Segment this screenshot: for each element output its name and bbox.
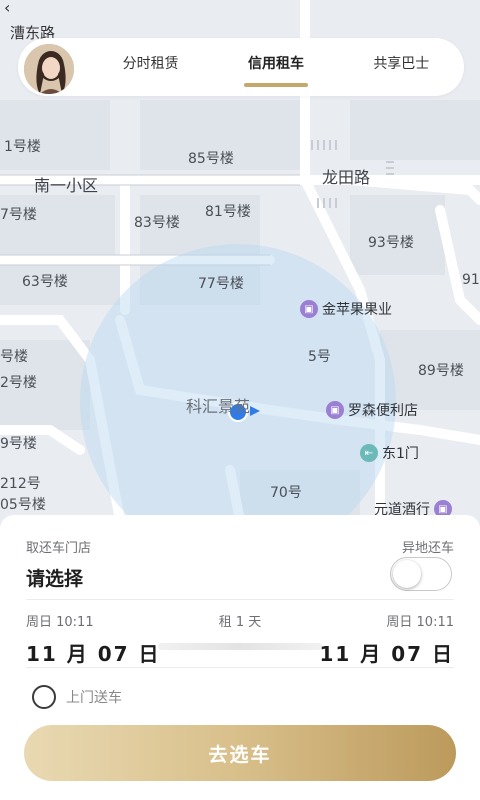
- rent-duration: 租 1 天: [218, 615, 262, 630]
- pickup-date-value: 11 月 07 日: [26, 642, 161, 666]
- poi-label: 罗森便利店: [348, 403, 418, 419]
- shop-icon: ▣: [300, 300, 318, 318]
- map-label: 89号楼: [418, 363, 464, 379]
- map-label: 77号楼: [198, 276, 244, 292]
- deliver-option[interactable]: 上门送车: [32, 685, 122, 709]
- shop-icon: ▣: [326, 401, 344, 419]
- yidi-toggle[interactable]: [390, 557, 452, 591]
- map-label: 93号楼: [368, 235, 414, 251]
- map-label: 91: [462, 272, 480, 288]
- map-label: 南一小区: [34, 176, 99, 195]
- map-label: 85号楼: [188, 151, 234, 167]
- tab-fenshi[interactable]: 分时租赁: [88, 47, 213, 87]
- map-label: 9号楼: [0, 436, 37, 452]
- pickup-weekday-time: 周日 10:11: [26, 615, 94, 630]
- back-arrow-icon[interactable]: ‹: [4, 0, 10, 17]
- map-label: 2号楼: [0, 375, 37, 391]
- poi-dongmen[interactable]: ⇤ 东1门: [360, 443, 419, 463]
- gate-icon: ⇤: [360, 444, 378, 462]
- return-weekday-time: 周日 10:11: [386, 615, 454, 630]
- store-select[interactable]: 取还车门店 请选择: [26, 537, 91, 591]
- map-label: 5号: [308, 349, 331, 365]
- tabs: 分时租赁 信用租车 共享巴士: [88, 47, 464, 87]
- select-car-button[interactable]: 去选车: [24, 725, 456, 781]
- service-tab-bar: 分时租赁 信用租车 共享巴士: [18, 38, 464, 96]
- poi-luosen[interactable]: ▣ 罗森便利店: [326, 400, 418, 420]
- return-date-value: 11 月 07 日: [319, 642, 454, 666]
- return-date[interactable]: 周日 10:11 11 月 07 日: [319, 611, 454, 667]
- map-label: 63号楼: [22, 274, 68, 290]
- radio-button[interactable]: [32, 685, 56, 709]
- yidi-label: 异地还车: [401, 541, 454, 556]
- map-label: 83号楼: [134, 215, 180, 231]
- toggle-knob: [393, 560, 421, 588]
- user-avatar[interactable]: [22, 42, 76, 96]
- map-label: 龙田路: [322, 168, 371, 187]
- store-value[interactable]: 请选择: [26, 564, 91, 591]
- poi-jinpingguo[interactable]: ▣ 金苹果果业: [300, 299, 392, 319]
- map-label: 1号楼: [4, 139, 41, 155]
- map-label-kehui: 科汇景苑: [186, 397, 251, 416]
- tab-xinyong[interactable]: 信用租车: [213, 47, 338, 87]
- yidi-section: 异地还车: [402, 537, 454, 556]
- poi-label: 东1门: [382, 446, 419, 462]
- tab-gongxiang[interactable]: 共享巴士: [339, 47, 464, 87]
- map-label: 号楼: [0, 349, 28, 365]
- map-label: 70号: [270, 485, 302, 501]
- booking-panel: 取还车门店 请选择 异地还车 周日 10:11 11 月 07 日 租 1 天 …: [0, 515, 480, 800]
- map-label: 05号楼: [0, 497, 46, 513]
- map-label: 212号: [0, 476, 41, 492]
- pickup-date[interactable]: 周日 10:11 11 月 07 日: [26, 611, 161, 667]
- deliver-label: 上门送车: [66, 690, 122, 706]
- poi-label: 金苹果果业: [322, 302, 392, 318]
- avatar-image: [24, 44, 74, 94]
- store-label: 取还车门店: [26, 541, 92, 556]
- divider: [26, 667, 454, 668]
- map-label: 81号楼: [205, 204, 251, 220]
- date-range-bar: [158, 643, 322, 650]
- map-label: 7号楼: [0, 207, 37, 223]
- divider: [26, 599, 454, 600]
